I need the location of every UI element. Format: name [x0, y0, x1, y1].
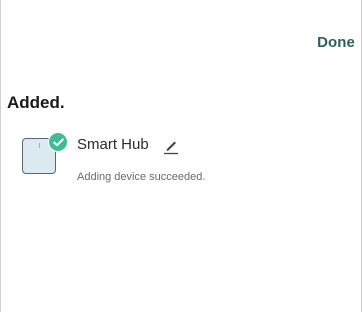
device-name: Smart Hub: [77, 136, 149, 153]
device-item: Smart Hub Adding device succeeded.: [22, 132, 352, 187]
indicator-light: [39, 143, 40, 148]
device-status: Adding device succeeded.: [77, 171, 206, 183]
done-button[interactable]: Done: [317, 34, 355, 51]
add-device-screen: Done Added. Smart Hub Adding device succ…: [0, 0, 362, 312]
page-title: Added.: [7, 93, 65, 112]
checkmark-icon: [48, 132, 68, 152]
pencil-icon[interactable]: [163, 137, 179, 155]
